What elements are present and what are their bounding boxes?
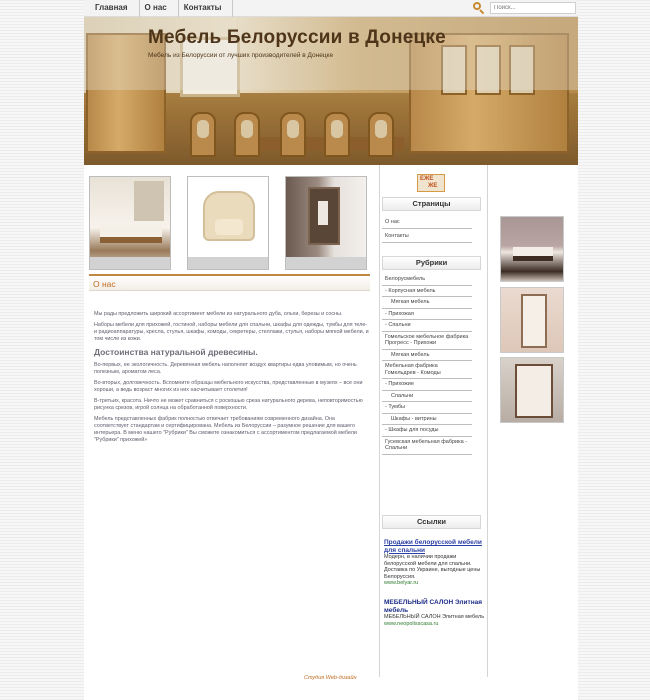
ad-description: МЕБЕЛЬНЫЙ САЛОН Элитная мебель <box>384 614 485 620</box>
paragraph: В-третьих, красота. Ничто не может сравн… <box>94 398 363 411</box>
sidebar-item-rubric[interactable]: Шкафы - витрины <box>382 414 472 425</box>
article-subheading: Достоинства натуральной древесины. <box>94 347 258 357</box>
sidebar-item-about[interactable]: О нас <box>382 215 472 229</box>
ad-url-link[interactable]: www.belyar.ru <box>384 580 486 587</box>
sidebar-item-rubric[interactable]: Гусевская мебельная фабрика - Спальни <box>382 437 472 455</box>
sidebar-item-rubric[interactable]: Мебельная фабрика Гомельдрев - Комоды <box>382 361 472 379</box>
site-logo[interactable]: ЕЖЕ ЖЕ <box>415 172 447 194</box>
sponsored-link: МЕБЕЛЬНЫЙ САЛОН Элитная мебель МЕБЕЛЬНЫЙ… <box>384 599 486 628</box>
paragraph: Во-вторых, долговечность. Вспомните обра… <box>94 380 363 393</box>
banner-chair-image <box>280 112 306 157</box>
sidebar-item-rubric[interactable]: Мягкая мебель <box>382 297 472 309</box>
footer-credit[interactable]: Студия Web-дизайн <box>304 675 357 681</box>
page-container: Главная О нас Контакты Мебель Белоруссии… <box>84 0 578 700</box>
sidebar-rubrics-list: Белорусмебель - Корпусная мебель Мягкая ме… <box>382 274 472 455</box>
sidebar-pages-list: О нас Контакты <box>382 215 472 243</box>
site-title[interactable]: Мебель Белоруссии в Донецке <box>148 27 446 49</box>
banner-chair-image <box>234 112 260 157</box>
search-icon[interactable] <box>472 1 486 15</box>
sidebar-item-contacts[interactable]: Контакты <box>382 229 472 243</box>
showcase-thumbnail[interactable] <box>500 357 564 423</box>
sidebar-item-rubric[interactable]: - Корпусная мебель <box>382 286 472 297</box>
hallway-photo[interactable] <box>285 176 367 270</box>
nav-contacts-link[interactable]: Контакты <box>179 0 234 17</box>
paragraph: Мебель представленных фабрик полностью о… <box>94 416 357 443</box>
sidebar-links-heading: Ссылки <box>382 515 481 529</box>
page-title: О нас <box>89 274 370 291</box>
ad-title-link[interactable]: Продажи белорусской мебели для спальни <box>384 539 486 554</box>
banner-chair-image <box>190 112 216 157</box>
sidebar-item-rubric[interactable]: - Прихожие <box>382 379 472 391</box>
top-navigation-bar: Главная О нас Контакты <box>84 0 578 17</box>
paragraph: Во-первых, ее экологичность. Деревянная … <box>94 362 357 375</box>
banner-chair-image <box>368 112 394 157</box>
main-nav: Главная О нас Контакты <box>90 0 234 17</box>
sponsored-link: Продажи белорусской мебели для спальни М… <box>384 539 486 587</box>
sidebar-item-rubric[interactable]: Спальни <box>382 391 472 402</box>
search-input[interactable] <box>490 2 576 14</box>
sidebar-item-rubric[interactable]: - Тумбы <box>382 402 472 414</box>
sidebar-item-rubric[interactable]: - Спальни <box>382 320 472 332</box>
search-box <box>472 1 578 15</box>
wardrobe-thumbnail[interactable] <box>500 287 564 353</box>
sidebar: ЕЖЕ ЖЕ Страницы О нас Контакты Рубрики Б… <box>379 165 488 677</box>
sidebar-item-rubric[interactable]: - Шкафы для посуды <box>382 425 472 437</box>
paragraph: Мы рады предложить широкий ассортимент м… <box>94 311 343 317</box>
site-subtitle: Мебель из Белоруссии от лучших производи… <box>148 52 334 59</box>
bedroom-thumbnail[interactable] <box>500 216 564 282</box>
ad-title-link[interactable]: МЕБЕЛЬНЫЙ САЛОН Элитная мебель <box>384 599 486 614</box>
sidebar-item-rubric[interactable]: Мягкая мебель <box>382 350 472 361</box>
sidebar-item-rubric[interactable]: Гомельское мебельное фабрика Прогресс - … <box>382 332 472 350</box>
article-content: Мы рады предложить широкий ассортимент м… <box>94 311 370 448</box>
header-banner: Мебель Белоруссии в Донецке Мебель из Бе… <box>84 17 578 165</box>
banner-chair-image <box>324 112 350 157</box>
ad-url-link[interactable]: www.neopolisscasa.ru <box>384 621 486 628</box>
sidebar-rubrics-heading: Рубрики <box>382 256 481 270</box>
sidebar-pages-heading: Страницы <box>382 197 481 211</box>
sidebar-item-rubric[interactable]: - Прихожая <box>382 309 472 320</box>
armchair-photo[interactable] <box>187 176 269 270</box>
ad-description: Модерн, в наличии продажи белорусской ме… <box>384 554 481 580</box>
paragraph: Наборы мебели для прихожей, гостиной, на… <box>94 322 369 342</box>
nav-about-link[interactable]: О нас <box>140 0 179 17</box>
nav-home-link[interactable]: Главная <box>90 0 140 17</box>
sidebar-item-rubric[interactable]: Белорусмебель <box>382 274 472 286</box>
bedroom-photo[interactable] <box>89 176 171 270</box>
